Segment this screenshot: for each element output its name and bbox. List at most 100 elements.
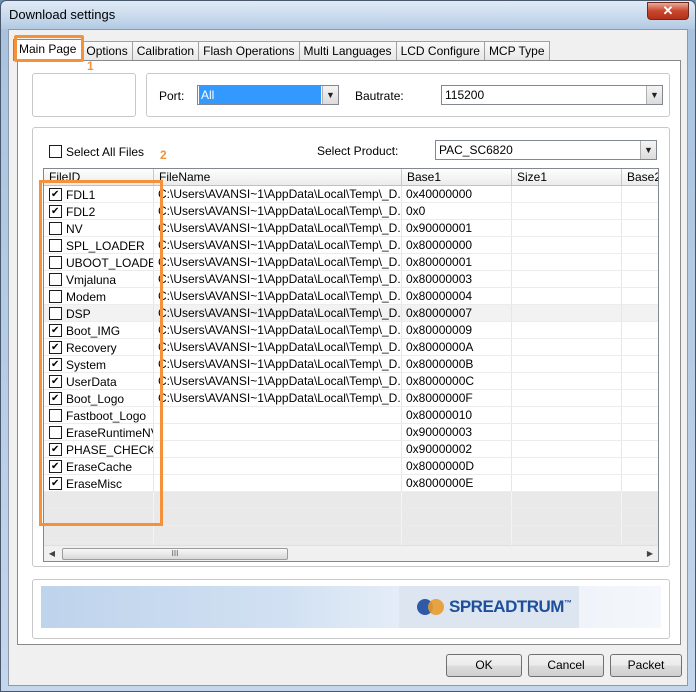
size1-cell	[512, 254, 622, 270]
base1-cell: 0x80000000	[402, 237, 512, 253]
port-group-box: Port: All ▼ Bautrate: 115200 ▼	[146, 73, 670, 117]
size1-cell	[512, 237, 622, 253]
filename-cell[interactable]	[154, 475, 402, 491]
window-title: Download settings	[9, 7, 116, 22]
base2-cell	[622, 441, 658, 457]
size1-cell	[512, 373, 622, 389]
tab-lcd-configure[interactable]: LCD Configure	[395, 41, 485, 61]
filename-cell[interactable]: C:\Users\AVANSI~1\AppData\Local\Temp\_D.…	[154, 305, 402, 321]
base2-cell	[622, 305, 658, 321]
horizontal-scrollbar[interactable]: ◀ III ▶	[44, 545, 658, 561]
ok-button[interactable]: OK	[446, 654, 522, 677]
base1-cell: 0x80000004	[402, 288, 512, 304]
size1-cell	[512, 203, 622, 219]
column-header-base2[interactable]: Base2	[622, 169, 658, 185]
scroll-left-icon[interactable]: ◀	[44, 546, 60, 561]
spreadtrum-logo-icon	[417, 597, 445, 617]
column-header-filename[interactable]: FileName	[154, 169, 402, 185]
base1-cell: 0x8000000B	[402, 356, 512, 372]
tab-mcp-type[interactable]: MCP Type	[483, 41, 550, 61]
filename-cell[interactable]: C:\Users\AVANSI~1\AppData\Local\Temp\_D.…	[154, 237, 402, 253]
base2-cell	[622, 322, 658, 338]
close-button[interactable]: ✕	[647, 2, 689, 20]
bautrate-select[interactable]: 115200 ▼	[441, 85, 663, 105]
filename-cell[interactable]: C:\Users\AVANSI~1\AppData\Local\Temp\_D.…	[154, 288, 402, 304]
base2-cell	[622, 407, 658, 423]
product-value: PAC_SC6820	[439, 143, 513, 157]
filename-cell[interactable]: C:\Users\AVANSI~1\AppData\Local\Temp\_D.…	[154, 373, 402, 389]
scroll-thumb[interactable]: III	[62, 548, 288, 560]
size1-cell	[512, 288, 622, 304]
base2-cell	[622, 288, 658, 304]
annotation-number-2: 2	[160, 148, 167, 162]
chevron-down-icon[interactable]: ▼	[322, 86, 338, 104]
base1-cell: 0x90000001	[402, 220, 512, 236]
base1-cell: 0x8000000C	[402, 373, 512, 389]
chevron-down-icon[interactable]: ▼	[640, 141, 656, 159]
filename-cell[interactable]: C:\Users\AVANSI~1\AppData\Local\Temp\_D.…	[154, 271, 402, 287]
filename-cell[interactable]: C:\Users\AVANSI~1\AppData\Local\Temp\_D.…	[154, 186, 402, 202]
filename-cell[interactable]	[154, 407, 402, 423]
size1-cell	[512, 424, 622, 440]
size1-cell	[512, 407, 622, 423]
base2-cell	[622, 271, 658, 287]
size1-cell	[512, 441, 622, 457]
base2-cell	[622, 339, 658, 355]
base2-cell	[622, 373, 658, 389]
filename-cell[interactable]: C:\Users\AVANSI~1\AppData\Local\Temp\_D.…	[154, 390, 402, 406]
port-select[interactable]: All ▼	[197, 85, 339, 105]
chevron-down-icon[interactable]: ▼	[646, 86, 662, 104]
base2-cell	[622, 220, 658, 236]
size1-cell	[512, 305, 622, 321]
select-all-label: Select All Files	[66, 144, 145, 159]
base1-cell: 0x80000010	[402, 407, 512, 423]
filename-cell[interactable]: C:\Users\AVANSI~1\AppData\Local\Temp\_D.…	[154, 339, 402, 355]
filename-cell[interactable]	[154, 458, 402, 474]
cancel-button[interactable]: Cancel	[528, 654, 604, 677]
filename-cell[interactable]: C:\Users\AVANSI~1\AppData\Local\Temp\_D.…	[154, 356, 402, 372]
scroll-right-icon[interactable]: ▶	[642, 546, 658, 561]
base2-cell	[622, 356, 658, 372]
size1-cell	[512, 458, 622, 474]
filename-cell[interactable]	[154, 441, 402, 457]
filename-cell[interactable]: C:\Users\AVANSI~1\AppData\Local\Temp\_D.…	[154, 254, 402, 270]
tab-multi-languages[interactable]: Multi Languages	[298, 41, 397, 61]
filename-cell[interactable]: C:\Users\AVANSI~1\AppData\Local\Temp\_D.…	[154, 220, 402, 236]
filename-cell[interactable]	[154, 424, 402, 440]
tab-calibration[interactable]: Calibration	[131, 41, 200, 61]
annotation-number-1: 1	[87, 59, 94, 73]
size1-cell	[512, 186, 622, 202]
tab-options[interactable]: Options	[81, 41, 133, 61]
base1-cell: 0x0	[402, 203, 512, 219]
base1-cell: 0x40000000	[402, 186, 512, 202]
column-header-size1[interactable]: Size1	[512, 169, 622, 185]
base2-cell	[622, 203, 658, 219]
base1-cell: 0x80000009	[402, 322, 512, 338]
port-label: Port:	[159, 89, 185, 103]
base2-cell	[622, 475, 658, 491]
filename-cell[interactable]: C:\Users\AVANSI~1\AppData\Local\Temp\_D.…	[154, 322, 402, 338]
tab-flash-operations[interactable]: Flash Operations	[198, 41, 300, 61]
base1-cell: 0x8000000F	[402, 390, 512, 406]
checkbox-icon[interactable]	[49, 145, 62, 159]
product-select[interactable]: PAC_SC6820 ▼	[435, 140, 657, 160]
base2-cell	[622, 424, 658, 440]
bautrate-label: Bautrate:	[355, 89, 404, 103]
column-header-base1[interactable]: Base1	[402, 169, 512, 185]
size1-cell	[512, 356, 622, 372]
packet-button[interactable]: Packet	[610, 654, 682, 677]
product-label: Select Product:	[317, 144, 399, 158]
base1-cell: 0x90000002	[402, 441, 512, 457]
base1-cell: 0x80000007	[402, 305, 512, 321]
base2-cell	[622, 186, 658, 202]
tab-strip: Main Page Options Calibration Flash Operati…	[13, 39, 550, 61]
select-all-checkbox[interactable]: Select All Files	[49, 144, 144, 159]
filename-cell[interactable]: C:\Users\AVANSI~1\AppData\Local\Temp\_D.…	[154, 203, 402, 219]
title-bar[interactable]: Download settings ✕	[1, 1, 695, 29]
base2-cell	[622, 237, 658, 253]
base1-cell: 0x90000003	[402, 424, 512, 440]
base2-cell	[622, 390, 658, 406]
port-value: All	[199, 86, 321, 104]
base1-cell: 0x8000000D	[402, 458, 512, 474]
base1-cell: 0x80000001	[402, 254, 512, 270]
